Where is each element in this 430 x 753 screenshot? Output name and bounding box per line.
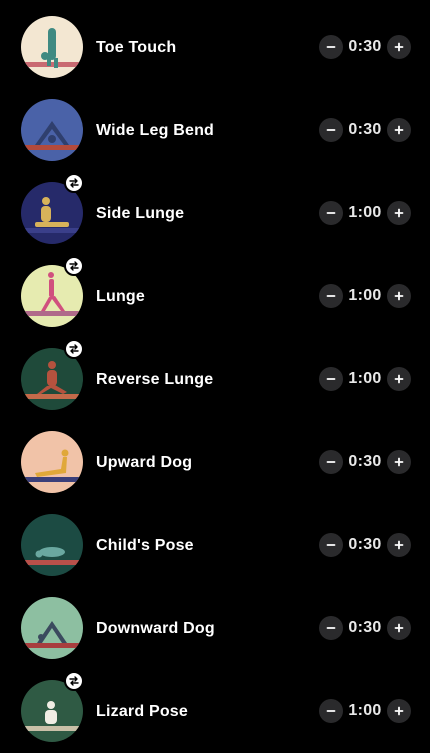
- duration-stepper: 1:00: [319, 201, 411, 225]
- duration-stepper: 1:00: [319, 367, 411, 391]
- plus-icon: [394, 125, 404, 135]
- exercise-row[interactable]: Downward Dog 0:30: [0, 587, 430, 670]
- exercise-thumbnail: [21, 16, 83, 78]
- minus-icon: [326, 129, 336, 131]
- swap-icon: [69, 676, 79, 686]
- exercise-row[interactable]: Upward Dog 0:30: [0, 421, 430, 504]
- swap-icon: [69, 178, 79, 188]
- increase-duration-button[interactable]: [387, 616, 411, 640]
- duration-value: 1:00: [348, 287, 382, 304]
- plus-icon: [394, 291, 404, 301]
- exercise-thumbnail: [21, 431, 83, 493]
- duration-value: 0:30: [348, 38, 382, 55]
- decrease-duration-button[interactable]: [319, 450, 343, 474]
- exercise-name: Side Lunge: [96, 205, 185, 222]
- exercise-name: Lizard Pose: [96, 703, 189, 720]
- duration-value: 0:30: [348, 453, 382, 470]
- plus-icon: [394, 374, 404, 384]
- exercise-row[interactable]: Lunge 1:00: [0, 255, 430, 338]
- exercise-list: Toe Touch 0:30 Wide Leg Bend 0:30 Side Lunge…: [0, 0, 430, 742]
- increase-duration-button[interactable]: [387, 367, 411, 391]
- exercise-row[interactable]: Lizard Pose 1:00: [0, 670, 430, 753]
- exercise-row[interactable]: Child's Pose 0:30: [0, 504, 430, 587]
- plus-icon: [394, 457, 404, 467]
- exercise-name: Child's Pose: [96, 537, 194, 554]
- increase-duration-button[interactable]: [387, 35, 411, 59]
- plus-icon: [394, 42, 404, 52]
- minus-icon: [326, 710, 336, 712]
- increase-duration-button[interactable]: [387, 533, 411, 557]
- duration-value: 1:00: [348, 370, 382, 387]
- decrease-duration-button[interactable]: [319, 284, 343, 308]
- minus-icon: [326, 46, 336, 48]
- pose-illustration: [21, 514, 83, 576]
- duration-stepper: 0:30: [319, 118, 411, 142]
- duration-value: 1:00: [348, 702, 382, 719]
- minus-icon: [326, 544, 336, 546]
- decrease-duration-button[interactable]: [319, 35, 343, 59]
- decrease-duration-button[interactable]: [319, 118, 343, 142]
- exercise-row[interactable]: Toe Touch 0:30: [0, 6, 430, 89]
- pose-illustration: [21, 99, 83, 161]
- exercise-row[interactable]: Wide Leg Bend 0:30: [0, 89, 430, 172]
- decrease-duration-button[interactable]: [319, 533, 343, 557]
- duration-stepper: 0:30: [319, 35, 411, 59]
- duration-value: 0:30: [348, 536, 382, 553]
- exercise-name: Downward Dog: [96, 620, 215, 637]
- duration-value: 1:00: [348, 204, 382, 221]
- swap-icon: [69, 261, 79, 271]
- minus-icon: [326, 212, 336, 214]
- duration-stepper: 0:30: [319, 533, 411, 557]
- pose-illustration: [21, 431, 83, 493]
- exercise-name: Wide Leg Bend: [96, 122, 215, 139]
- exercise-name: Reverse Lunge: [96, 371, 214, 388]
- decrease-duration-button[interactable]: [319, 367, 343, 391]
- exercise-name: Upward Dog: [96, 454, 193, 471]
- exercise-row[interactable]: Side Lunge 1:00: [0, 172, 430, 255]
- duration-value: 0:30: [348, 619, 382, 636]
- increase-duration-button[interactable]: [387, 699, 411, 723]
- exercise-name: Lunge: [96, 288, 145, 305]
- increase-duration-button[interactable]: [387, 450, 411, 474]
- swap-side-button[interactable]: [64, 671, 84, 691]
- plus-icon: [394, 623, 404, 633]
- pose-illustration: [21, 597, 83, 659]
- duration-stepper: 0:30: [319, 450, 411, 474]
- exercise-thumbnail: [21, 597, 83, 659]
- increase-duration-button[interactable]: [387, 118, 411, 142]
- swap-side-button[interactable]: [64, 339, 84, 359]
- plus-icon: [394, 208, 404, 218]
- plus-icon: [394, 540, 404, 550]
- minus-icon: [326, 295, 336, 297]
- duration-stepper: 1:00: [319, 699, 411, 723]
- exercise-name: Toe Touch: [96, 39, 177, 56]
- exercise-thumbnail: [21, 514, 83, 576]
- minus-icon: [326, 461, 336, 463]
- plus-icon: [394, 706, 404, 716]
- exercise-thumbnail: [21, 99, 83, 161]
- duration-value: 0:30: [348, 121, 382, 138]
- exercise-row[interactable]: Reverse Lunge 1:00: [0, 338, 430, 421]
- increase-duration-button[interactable]: [387, 201, 411, 225]
- decrease-duration-button[interactable]: [319, 699, 343, 723]
- duration-stepper: 1:00: [319, 284, 411, 308]
- swap-icon: [69, 344, 79, 354]
- decrease-duration-button[interactable]: [319, 201, 343, 225]
- pose-illustration: [21, 16, 83, 78]
- increase-duration-button[interactable]: [387, 284, 411, 308]
- duration-stepper: 0:30: [319, 616, 411, 640]
- minus-icon: [326, 627, 336, 629]
- minus-icon: [326, 378, 336, 380]
- decrease-duration-button[interactable]: [319, 616, 343, 640]
- swap-side-button[interactable]: [64, 173, 84, 193]
- swap-side-button[interactable]: [64, 256, 84, 276]
